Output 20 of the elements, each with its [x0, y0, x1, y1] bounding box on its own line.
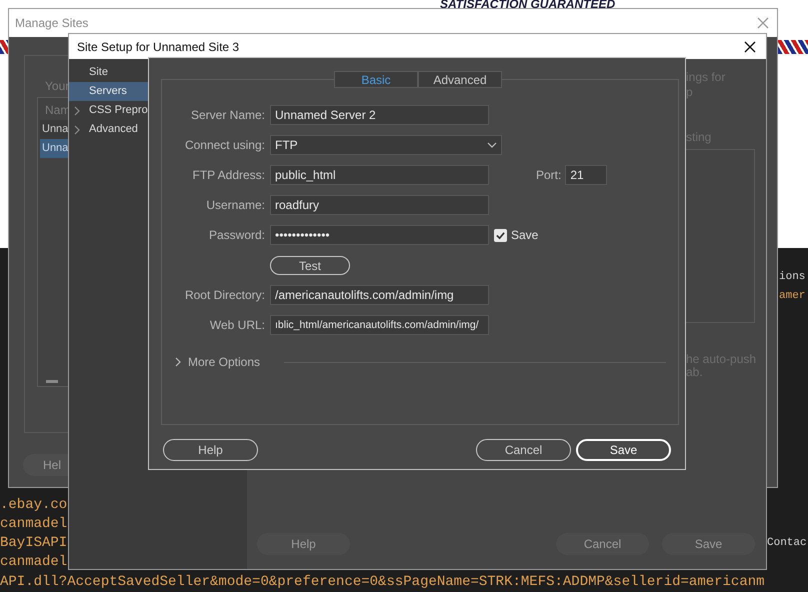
- field-label: Username:: [205, 197, 266, 214]
- code-line: BayISAPI: [0, 536, 68, 550]
- checkbox-label: Save: [511, 227, 538, 244]
- field-label: Port:: [536, 167, 562, 184]
- field-label: Connect using:: [184, 137, 266, 154]
- code-line: canmadel: [0, 555, 68, 569]
- field-label: Password:: [208, 227, 266, 244]
- code-line: amer: [779, 291, 806, 302]
- field-label: Server Name:: [190, 107, 266, 124]
- code-line: .ebay.co: [0, 498, 68, 512]
- field-label: Root Directory:: [184, 287, 266, 304]
- window-title: Manage Sites: [15, 15, 88, 32]
- window-title: Site Setup for Unnamed Site 3: [77, 38, 240, 56]
- code-line: canmadel: [0, 517, 68, 531]
- code-line: Contac: [767, 538, 807, 549]
- code-line: API.dll?AcceptSavedSeller&mode=0&preference=0&ssPageName=STRK:MEFS:ADDMP&sellerid=americanm: [0, 575, 765, 589]
- code-line: ions: [779, 272, 806, 283]
- field-label: FTP Address:: [192, 167, 266, 184]
- field-label: Web URL:: [208, 317, 266, 334]
- dropdown-value: FTP: [275, 137, 298, 154]
